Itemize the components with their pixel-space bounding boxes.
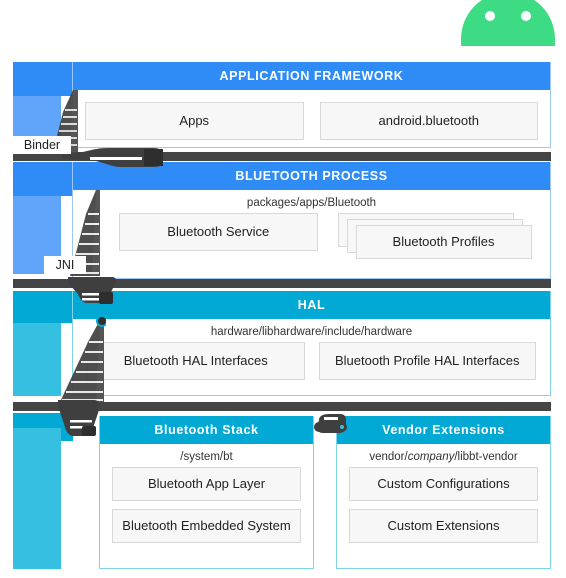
box-custom-configurations[interactable]: Custom Configurations	[349, 467, 538, 501]
layer-bluetooth-stack: Bluetooth Stack /system/bt Bluetooth App…	[99, 416, 314, 569]
box-stack-bluetooth-profiles[interactable]: Bluetooth Profiles	[337, 213, 535, 259]
path-label-bluetooth-stack: /system/bt	[180, 451, 233, 463]
android-head-shape	[461, 0, 555, 46]
box-bluetooth-hal-interfaces[interactable]: Bluetooth HAL Interfaces	[87, 342, 305, 380]
layer-bluetooth-process: BLUETOOTH PROCESS packages/apps/Bluetoot…	[72, 162, 551, 279]
box-bluetooth-app-layer[interactable]: Bluetooth App Layer	[112, 467, 301, 501]
connector-plug-jni-icon	[68, 274, 118, 304]
path-label-bluetooth-process: packages/apps/Bluetooth	[246, 197, 377, 209]
android-robot-head-icon	[449, 0, 566, 52]
box-bluetooth-profiles[interactable]: Bluetooth Profiles	[355, 225, 532, 259]
layer-application-framework: APPLICATION FRAMEWORK Apps android.bluet…	[72, 62, 551, 148]
layer-hal: HAL hardware/libhardware/include/hardwar…	[72, 291, 551, 396]
layer-body-vendor-extensions: vendor/company/libbt-vendor Custom Confi…	[337, 444, 550, 555]
box-bluetooth-service[interactable]: Bluetooth Service	[119, 213, 318, 251]
path-italic-company: company	[407, 451, 455, 463]
connector-plug-stack-icon	[58, 398, 102, 438]
bluetooth-architecture-diagram: Binder JNI APPLICATION FRAMEWORK Apps an…	[0, 0, 566, 578]
layer-body-application-framework: Apps android.bluetooth	[73, 90, 550, 152]
box-row-bluetooth-process: Bluetooth Service Bluetooth Profiles	[73, 213, 550, 271]
hal-ladder-arrow-icon	[58, 316, 106, 406]
layer-body-bluetooth-stack: /system/bt Bluetooth App Layer Bluetooth…	[100, 444, 313, 555]
box-android-bluetooth[interactable]: android.bluetooth	[319, 102, 538, 140]
layer-header-hal: HAL	[73, 291, 550, 319]
android-eye-left	[485, 11, 495, 21]
connector-plug-vendor-icon	[313, 410, 347, 438]
connector-plug-binder-icon	[60, 146, 170, 168]
path-label-vendor-extensions: vendor/company/libbt-vendor	[337, 444, 550, 467]
layer-body-bluetooth-process: packages/apps/Bluetooth Bluetooth Servic…	[73, 190, 550, 271]
box-bluetooth-profile-hal-interfaces[interactable]: Bluetooth Profile HAL Interfaces	[318, 342, 536, 380]
box-row-hal: Bluetooth HAL Interfaces Bluetooth Profi…	[73, 342, 550, 392]
box-custom-extensions[interactable]: Custom Extensions	[349, 509, 538, 543]
layer-header-vendor-extensions: Vendor Extensions	[337, 416, 550, 444]
box-row-application-framework: Apps android.bluetooth	[73, 90, 550, 152]
layer-vendor-extensions: Vendor Extensions vendor/company/libbt-v…	[336, 416, 551, 569]
layer-header-bluetooth-stack: Bluetooth Stack	[100, 416, 313, 444]
connector-label-jni: JNI	[44, 256, 86, 274]
box-apps[interactable]: Apps	[85, 102, 304, 140]
path-label-hal: hardware/libhardware/include/hardware	[210, 326, 413, 338]
box-col-bluetooth-stack: Bluetooth App Layer Bluetooth Embedded S…	[100, 467, 313, 555]
layer-body-hal: hardware/libhardware/include/hardware Bl…	[73, 319, 550, 392]
strip-hal-body	[13, 323, 61, 396]
strip-bottom-body	[13, 428, 61, 569]
layer-header-application-framework: APPLICATION FRAMEWORK	[73, 62, 550, 90]
box-col-vendor-extensions: Custom Configurations Custom Extensions	[337, 467, 550, 555]
box-bluetooth-embedded-system[interactable]: Bluetooth Embedded System	[112, 509, 301, 543]
path-suffix-libbt-vendor: /libbt-vendor	[454, 451, 518, 463]
path-prefix-vendor: vendor/	[369, 451, 408, 463]
android-eye-right	[521, 11, 531, 21]
